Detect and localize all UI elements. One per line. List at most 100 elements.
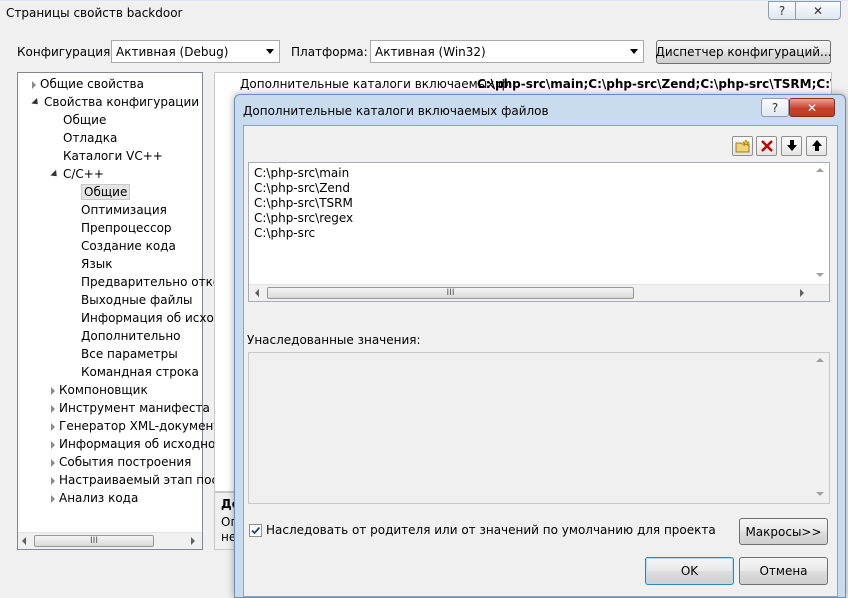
scroll-left-icon[interactable] — [255, 289, 259, 297]
dialog-close-button[interactable]: ✕ — [789, 98, 835, 117]
tree-item[interactable]: Предварительно отко — [81, 273, 220, 291]
tree-item[interactable]: Препроцессор — [81, 219, 172, 237]
tree-item[interactable]: Анализ кода — [51, 489, 138, 507]
tree-item[interactable]: Каталоги VC++ — [63, 147, 163, 165]
inherit-checkbox-label: Наследовать от родителя или от значений … — [266, 523, 716, 537]
tree-item-label: Создание кода — [81, 239, 176, 253]
tree-item[interactable]: События построения — [51, 453, 191, 471]
tree-item[interactable]: Все параметры — [81, 345, 178, 363]
path-line[interactable]: C:\php-src\TSRM — [254, 196, 353, 211]
tree-item-label: Информация об исходно — [59, 437, 216, 451]
tree-item[interactable]: Настраиваемый этап пос — [51, 471, 218, 489]
tree-item-label: Выходные файлы — [81, 293, 193, 307]
close-button[interactable]: ✕ — [795, 1, 841, 20]
delete-icon — [760, 140, 773, 152]
platform-select[interactable]: Активная (Win32) — [370, 40, 644, 63]
tree-item-label: Оптимизация — [81, 203, 167, 217]
scroll-down-icon[interactable] — [816, 273, 824, 277]
help-icon: ? — [771, 100, 779, 115]
paths-vertical-scrollbar[interactable] — [812, 163, 829, 284]
tree-item[interactable]: Язык — [81, 255, 112, 273]
new-line-button[interactable] — [732, 136, 753, 156]
tree-item[interactable]: Создание кода — [81, 237, 176, 255]
paths-horizontal-scrollbar[interactable]: III — [249, 284, 829, 301]
help-icon: ? — [778, 3, 786, 18]
property-tree: Общие свойства Свойства конфигурации Общие… — [17, 72, 222, 550]
tree-item[interactable]: Общие — [63, 111, 106, 129]
scroll-thumb[interactable]: III — [267, 287, 634, 299]
collapse-icon[interactable] — [50, 169, 60, 180]
move-up-button[interactable] — [806, 136, 827, 156]
inherit-checkbox[interactable] — [249, 523, 262, 537]
tree-item[interactable]: Оптимизация — [81, 201, 167, 219]
dialog-title: Дополнительные каталоги включаемых файло… — [243, 104, 549, 118]
tree-item[interactable]: Инструмент манифеста — [51, 399, 210, 417]
config-select[interactable]: Активная (Debug) — [111, 40, 280, 63]
tree-item[interactable]: Командная строка — [81, 363, 199, 381]
scroll-left-icon[interactable] — [22, 537, 26, 545]
tree-item-label: Инструмент манифеста — [59, 401, 210, 415]
window-title: Страницы свойств backdoor — [6, 6, 183, 20]
expand-icon[interactable] — [51, 458, 55, 467]
expand-icon[interactable] — [32, 80, 36, 89]
path-line[interactable]: C:\php-src\main — [254, 166, 349, 181]
tree-item-label: Отладка — [63, 131, 118, 145]
tree-item[interactable]: Свойства конфигурации — [31, 93, 199, 111]
platform-label: Платформа: — [291, 45, 368, 59]
move-down-button[interactable] — [781, 136, 802, 156]
scroll-right-icon[interactable] — [191, 537, 195, 545]
scroll-right-icon[interactable] — [800, 289, 804, 297]
tree-item-label: События построения — [59, 455, 192, 469]
close-icon: ✕ — [812, 3, 824, 18]
tree-item-label: Информация об исход — [81, 311, 223, 325]
tree-item[interactable]: C/C++ — [50, 165, 104, 183]
tree-item[interactable]: Дополнительно — [81, 327, 181, 345]
config-manager-button[interactable]: Диспетчер конфигураций... — [656, 40, 832, 64]
inherited-values-list[interactable] — [248, 352, 830, 504]
macros-button[interactable]: Макросы>> — [739, 518, 828, 545]
property-pages-window: Страницы свойств backdoor ? ✕ Конфигурац… — [0, 0, 848, 598]
tree-item[interactable]: Информация об исход — [81, 309, 222, 327]
include-dirs-dialog: Дополнительные каталоги включаемых файло… — [234, 94, 846, 598]
expand-icon[interactable] — [51, 440, 55, 449]
tree-item-label: Анализ кода — [59, 491, 139, 505]
ok-button[interactable]: OK — [645, 557, 734, 585]
scroll-thumb[interactable]: III — [34, 535, 154, 547]
scroll-up-icon[interactable] — [816, 168, 824, 172]
property-value[interactable]: C:\php-src\main;C:\php-src\Zend;C:\php-s… — [477, 77, 831, 91]
chevron-down-icon — [266, 49, 274, 54]
tree-item[interactable]: Информация об исходно — [51, 435, 215, 453]
tree-item[interactable]: Генератор XML-документ — [51, 417, 220, 435]
tree-item-label: Каталоги VC++ — [63, 149, 163, 163]
path-line[interactable]: C:\php-src\Zend — [254, 181, 350, 196]
expand-icon[interactable] — [51, 386, 55, 395]
expand-icon[interactable] — [51, 494, 55, 503]
new-folder-icon — [735, 139, 750, 153]
scroll-up-icon[interactable] — [816, 358, 824, 362]
dialog-body: C:\php-src\main C:\php-src\Zend C:\php-src… — [243, 125, 838, 597]
tree-horizontal-scrollbar[interactable]: III — [18, 532, 202, 549]
path-line[interactable]: C:\php-src — [254, 226, 315, 241]
tree-item[interactable]: Отладка — [63, 129, 117, 147]
tree-item[interactable]: Общие свойства — [32, 75, 144, 93]
tree-item-label: Командная строка — [81, 365, 199, 379]
scroll-down-icon[interactable] — [816, 492, 824, 496]
tree-item[interactable]: Выходные файлы — [81, 291, 193, 309]
expand-icon[interactable] — [51, 476, 55, 485]
expand-icon[interactable] — [51, 422, 55, 431]
delete-line-button[interactable] — [756, 136, 777, 156]
inherited-vertical-scrollbar[interactable] — [812, 353, 829, 503]
inherited-values-label: Унаследованные значения: — [247, 333, 421, 347]
path-line[interactable]: C:\php-src\regex — [254, 211, 353, 226]
dialog-help-button[interactable]: ? — [761, 98, 789, 117]
collapse-icon[interactable] — [31, 97, 41, 108]
paths-list[interactable]: C:\php-src\main C:\php-src\Zend C:\php-src… — [248, 162, 830, 302]
expand-icon[interactable] — [51, 404, 55, 413]
tree-item[interactable]: Компоновщик — [51, 381, 148, 399]
platform-select-value: Активная (Win32) — [375, 44, 486, 59]
arrow-down-icon — [786, 140, 797, 151]
cancel-button[interactable]: Отмена — [739, 557, 828, 585]
help-button[interactable]: ? — [768, 1, 796, 20]
inherit-checkbox-row[interactable]: Наследовать от родителя или от значений … — [249, 523, 716, 537]
tree-item[interactable]: Общие — [81, 183, 131, 201]
